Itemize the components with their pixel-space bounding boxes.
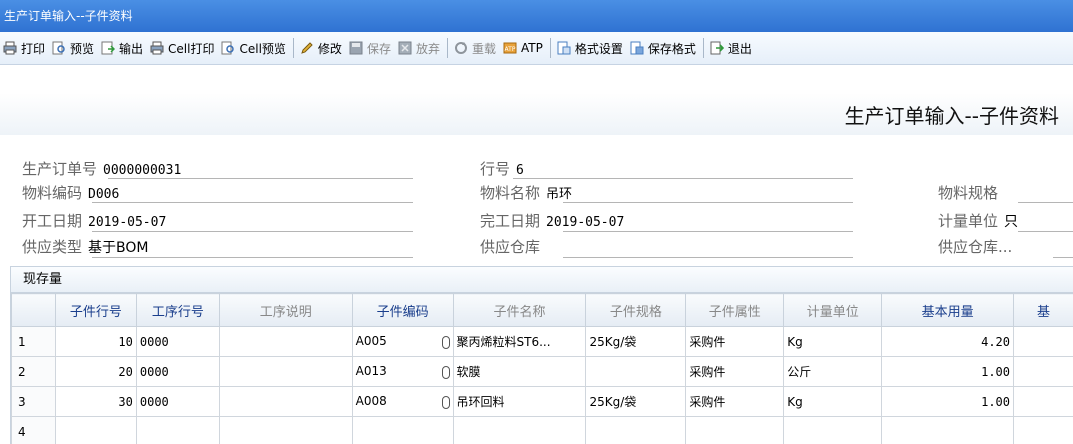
preview-icon [52, 41, 66, 55]
edit-button[interactable]: 修改 [297, 35, 346, 61]
paperclip-icon[interactable] [442, 396, 450, 409]
header-qty[interactable]: 基本用量 [882, 294, 1014, 327]
toolbar-separator [293, 38, 294, 58]
reload-button[interactable]: 重载 [451, 35, 500, 61]
end-date-field[interactable]: 完工日期2019-05-07 [480, 210, 624, 231]
save-format-button[interactable]: 保存格式 [627, 35, 700, 61]
svg-text:ATP: ATP [505, 46, 516, 53]
table-row[interactable]: 1 10 0000 A005 聚丙烯粒料ST6... 25Kg/袋 采购件 Kg… [12, 327, 1073, 357]
component-table: 子件行号 工序行号 工序说明 子件编码 子件名称 子件规格 子件属性 计量单位 … [11, 293, 1073, 444]
atp-button[interactable]: ATPATP [500, 35, 547, 61]
table-header-row: 子件行号 工序行号 工序说明 子件编码 子件名称 子件规格 子件属性 计量单位 … [12, 294, 1073, 327]
export-button[interactable]: 输出 [98, 35, 147, 61]
line-no-field[interactable]: 行号6 [480, 158, 524, 179]
save-icon [349, 41, 363, 55]
preview-button[interactable]: 预览 [49, 35, 98, 61]
window-title: 生产订单输入--子件资料 [0, 0, 1073, 32]
toolbar: 打印 预览 输出 Cell打印 Cell预览 修改 保存 放弃 重载 ATPAT… [0, 32, 1073, 65]
paperclip-icon[interactable] [442, 366, 450, 379]
code-cell[interactable]: A008 [352, 387, 453, 417]
discard-button[interactable]: 放弃 [395, 35, 444, 61]
reload-icon [454, 41, 468, 55]
cell-print-button[interactable]: Cell打印 [147, 35, 218, 61]
discard-icon [398, 41, 412, 55]
grid-caption: 现存量 [11, 267, 1073, 293]
table-row[interactable]: 3 30 0000 A008 吊环回料 25Kg/袋 采购件 Kg 1.00 [12, 387, 1073, 417]
save-button[interactable]: 保存 [346, 35, 395, 61]
toolbar-separator [447, 38, 448, 58]
component-grid: 现存量 子件行号 工序行号 工序说明 子件编码 子件名称 子件规格 子件属性 计… [10, 266, 1073, 444]
header-line-no[interactable]: 子件行号 [55, 294, 136, 327]
format-save-icon [630, 41, 644, 55]
table-row[interactable]: 4 [12, 417, 1073, 444]
exit-button[interactable]: 退出 [707, 35, 756, 61]
format-icon [557, 41, 571, 55]
printer-icon [150, 41, 164, 55]
header-more[interactable]: 基 [1014, 294, 1073, 327]
header-op-desc[interactable]: 工序说明 [219, 294, 352, 327]
start-date-field[interactable]: 开工日期2019-05-07 [22, 210, 166, 231]
item-spec-field[interactable]: 物料规格 [938, 182, 1004, 203]
export-icon [101, 41, 115, 55]
header-spec[interactable]: 子件规格 [586, 294, 686, 327]
toolbar-separator [550, 38, 551, 58]
header-unit[interactable]: 计量单位 [784, 294, 882, 327]
page-title: 生产订单输入--子件资料 [845, 100, 1059, 129]
format-settings-button[interactable]: 格式设置 [554, 35, 627, 61]
cell-preview-button[interactable]: Cell预览 [218, 35, 289, 61]
table-row[interactable]: 2 20 0000 A013 软膜 采购件 公斤 1.00 [12, 357, 1073, 387]
header-op-no[interactable]: 工序行号 [136, 294, 219, 327]
exit-icon [710, 41, 724, 55]
atp-icon: ATP [503, 41, 517, 55]
printer-icon [3, 41, 17, 55]
order-no-field[interactable]: 生产订单号0000000031 [22, 158, 181, 179]
header-attr[interactable]: 子件属性 [686, 294, 784, 327]
pencil-icon [300, 41, 314, 55]
code-cell[interactable]: A013 [352, 357, 453, 387]
preview-icon [221, 41, 235, 55]
warehouse-field[interactable]: 供应仓库 [480, 236, 546, 257]
paperclip-icon[interactable] [442, 336, 450, 349]
toolbar-separator [703, 38, 704, 58]
header-code[interactable]: 子件编码 [352, 294, 453, 327]
unit-field[interactable]: 计量单位只 [938, 210, 1018, 231]
header-rownum [12, 294, 56, 327]
item-name-field[interactable]: 物料名称吊环 [480, 182, 572, 203]
code-cell[interactable]: A005 [352, 327, 453, 357]
print-button[interactable]: 打印 [0, 35, 49, 61]
header-name[interactable]: 子件名称 [453, 294, 586, 327]
warehouse2-field[interactable]: 供应仓库... [938, 236, 1018, 257]
item-code-field[interactable]: 物料编码D006 [22, 182, 119, 203]
supply-type-field[interactable]: 供应类型基于BOM [22, 236, 148, 257]
